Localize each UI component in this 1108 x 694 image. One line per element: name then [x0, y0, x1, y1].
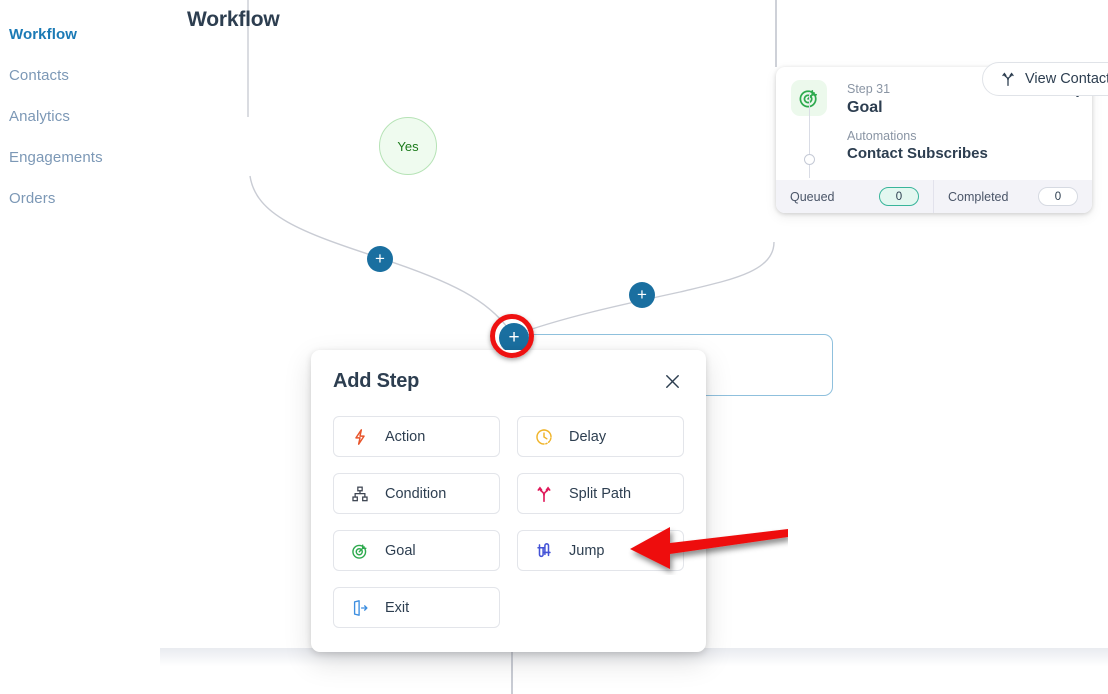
- option-goal[interactable]: Goal: [333, 530, 500, 571]
- sidebar-item-label: Engagements: [9, 149, 103, 166]
- split-path-icon: [1000, 71, 1016, 87]
- stat-queued-label: Queued: [790, 189, 835, 204]
- step-card-footer: Queued 0 Completed 0: [776, 180, 1092, 213]
- view-contact-label: View Contact: [1025, 71, 1108, 87]
- stat-completed-value: 0: [1038, 187, 1078, 206]
- lightning-bolt-icon: [350, 427, 370, 447]
- sidebar-item-label: Workflow: [9, 26, 78, 43]
- sidebar-item-analytics[interactable]: Analytics: [0, 96, 160, 137]
- sidebar-item-label: Analytics: [9, 108, 70, 125]
- canvas-bottom-band: [0, 648, 1108, 694]
- step-number: Step 31: [847, 82, 891, 96]
- option-action[interactable]: Action: [333, 416, 500, 457]
- branch-node-yes[interactable]: Yes: [379, 117, 437, 175]
- dialog-title: Add Step: [333, 370, 420, 392]
- step-card-titles: Step 31 Goal: [847, 80, 890, 118]
- option-exit[interactable]: Exit: [333, 587, 500, 628]
- option-split-path[interactable]: Split Path: [517, 473, 684, 514]
- option-label: Condition: [385, 485, 447, 502]
- split-path-icon: [534, 484, 554, 504]
- close-icon[interactable]: [663, 372, 682, 396]
- step-card-branch-line: [809, 92, 810, 178]
- step-card-branch-dot: [804, 154, 815, 165]
- option-label: Exit: [385, 599, 410, 616]
- sidebar-item-label: Orders: [9, 190, 56, 207]
- clock-dashed-icon: [534, 427, 554, 447]
- detail-label: Automations: [847, 129, 917, 143]
- option-jump[interactable]: Jump: [517, 530, 684, 571]
- sidebar-item-contacts[interactable]: Contacts: [0, 55, 160, 96]
- branch-node-label: Yes: [397, 138, 419, 154]
- step-type-options: Action Delay Condition Split Path Goal J…: [333, 416, 684, 628]
- jump-icon: [534, 541, 554, 561]
- option-label: Delay: [569, 428, 607, 445]
- view-contact-button[interactable]: View Contact: [982, 62, 1108, 96]
- add-step-dialog[interactable]: Add Step Action Delay Condition Split Pa…: [311, 350, 706, 652]
- add-step-plus-right[interactable]: +: [629, 282, 655, 308]
- page-title: Workflow: [187, 8, 280, 31]
- add-step-plus-selected[interactable]: +: [499, 323, 529, 353]
- step-type: Goal: [847, 99, 883, 116]
- option-label: Action: [385, 428, 426, 445]
- option-label: Split Path: [569, 485, 632, 502]
- option-label: Goal: [385, 542, 416, 559]
- detail-value: Contact Subscribes: [847, 145, 988, 162]
- sidebar-item-engagements[interactable]: Engagements: [0, 137, 160, 178]
- step-card-detail: Automations Contact Subscribes: [791, 92, 1077, 178]
- goal-target-icon: [350, 541, 370, 561]
- exit-door-icon: [350, 598, 370, 618]
- add-step-plus-left[interactable]: +: [367, 246, 393, 272]
- option-delay[interactable]: Delay: [517, 416, 684, 457]
- option-condition[interactable]: Condition: [333, 473, 500, 514]
- bottom-connector-line: [511, 648, 513, 694]
- stat-completed-label: Completed: [948, 189, 1009, 204]
- dialog-header: Add Step: [333, 370, 684, 396]
- sidebar-item-orders[interactable]: Orders: [0, 178, 160, 219]
- sidebar-item-label: Contacts: [9, 67, 69, 84]
- stat-queued-value: 0: [879, 187, 919, 206]
- stat-completed: Completed 0: [934, 180, 1092, 213]
- sidebar: Workflow Contacts Analytics Engagements …: [0, 0, 160, 694]
- sidebar-item-workflow[interactable]: Workflow: [0, 14, 160, 55]
- option-label: Jump: [569, 542, 605, 559]
- hierarchy-icon: [350, 484, 370, 504]
- stat-queued: Queued 0: [776, 180, 934, 213]
